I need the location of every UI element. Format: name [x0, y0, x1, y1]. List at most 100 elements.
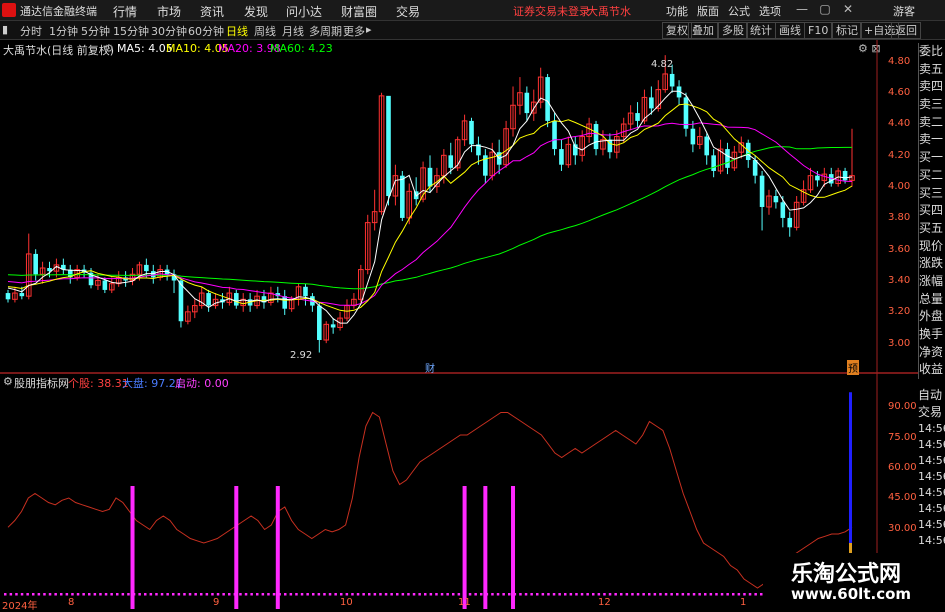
mark-button[interactable]: 标记	[832, 22, 862, 39]
menu-wealth[interactable]: 财富圈	[341, 3, 377, 20]
multi-stock-button[interactable]: 多股	[718, 22, 748, 39]
overlay-button[interactable]: 叠加	[688, 22, 718, 39]
sidebar-item[interactable]: 换手	[919, 326, 945, 344]
market-indicator-bar	[849, 392, 852, 543]
menu-formula[interactable]: 公式	[728, 3, 750, 19]
sidebar-item[interactable]: 买五	[919, 220, 945, 238]
candle-body	[233, 293, 239, 306]
chart-canvas	[0, 40, 918, 609]
baseline-dot	[323, 593, 326, 596]
sidebar-item[interactable]: 现价	[919, 238, 945, 256]
baseline-dot	[603, 593, 606, 596]
sidebar-item[interactable]: 委比	[919, 43, 945, 61]
tab-period-weekly[interactable]: 周线	[254, 23, 276, 39]
sidebar-item[interactable]: 卖二	[919, 114, 945, 132]
baseline-dot	[166, 593, 169, 596]
retail-indicator-line	[7, 411, 853, 589]
tab-period-multi[interactable]: 多周期	[309, 23, 342, 39]
maximize-icon[interactable]: ▢	[816, 2, 834, 17]
indicator-gear-icon[interactable]: ⚙	[3, 375, 13, 388]
baseline-dot	[496, 593, 500, 596]
tab-period-15min[interactable]: 15分钟	[113, 23, 149, 39]
sidebar-item[interactable]: 买一	[919, 149, 945, 167]
sidebar-item[interactable]: 卖四	[919, 78, 945, 96]
trade-button[interactable]: 交易	[918, 403, 945, 420]
baseline-dot	[32, 593, 35, 596]
back-button[interactable]: 返回	[891, 22, 921, 39]
sidebar-item[interactable]: 卖五	[919, 61, 945, 79]
indicator-start: 启动: 0.00	[175, 377, 229, 390]
statistics-button[interactable]: 统计	[746, 22, 776, 39]
menu-function[interactable]: 功能	[666, 3, 688, 19]
baseline-dot	[653, 593, 657, 596]
candle-body	[725, 149, 730, 168]
f10-button[interactable]: F10	[804, 22, 833, 39]
sidebar-item[interactable]: 总量	[919, 291, 945, 309]
tab-period-intraday[interactable]: 分时	[20, 23, 42, 39]
candle-body	[150, 271, 156, 278]
menu-ask[interactable]: 问小达	[286, 3, 322, 20]
guest-label[interactable]: 游客	[893, 3, 915, 19]
tab-period-monthly[interactable]: 月线	[282, 23, 304, 39]
menu-market[interactable]: 行情	[113, 3, 137, 20]
baseline-dot	[216, 593, 220, 596]
close-icon[interactable]: ✕	[839, 2, 857, 17]
forecast-marker[interactable]: 预	[847, 360, 859, 375]
toolbar-bars-icon[interactable]: ▮	[2, 23, 8, 36]
baseline-dot	[312, 593, 315, 596]
menu-layout[interactable]: 版面	[697, 3, 719, 19]
baseline-dot	[681, 593, 685, 596]
app-title: 通达信金融终端	[20, 5, 97, 18]
baseline-dot	[82, 593, 85, 596]
baseline-dot	[188, 593, 192, 596]
sidebar-item[interactable]: 涨幅	[919, 273, 945, 291]
more-chevron-icon[interactable]: ▸	[366, 23, 372, 36]
sidebar-item[interactable]: 卖一	[919, 131, 945, 149]
menu-trade[interactable]: 交易	[396, 3, 420, 20]
sidebar-item[interactable]: 收益	[919, 361, 945, 379]
menu-options[interactable]: 选项	[759, 3, 781, 19]
sidebar-item[interactable]: 买四	[919, 202, 945, 220]
financial-report-marker[interactable]: 财	[425, 360, 435, 375]
y-tick: 3.60	[888, 244, 911, 255]
baseline-dot	[664, 593, 668, 596]
tab-period-5min[interactable]: 5分钟	[81, 23, 110, 39]
tab-period-1min[interactable]: 1分钟	[49, 23, 78, 39]
baseline-dot	[491, 593, 494, 596]
tab-period-more[interactable]: 更多	[343, 23, 365, 39]
baseline-dot	[379, 593, 382, 596]
auto-button[interactable]: 自动	[918, 386, 945, 403]
watermark-title: 乐淘公式网	[791, 562, 902, 587]
tab-period-daily[interactable]: 日线	[226, 23, 248, 39]
tab-period-60min[interactable]: 60分钟	[188, 23, 224, 39]
x-tick: 8	[68, 597, 75, 608]
tab-period-30min[interactable]: 30分钟	[151, 23, 187, 39]
sidebar-item[interactable]: 卖三	[919, 96, 945, 114]
baseline-dot	[116, 593, 119, 596]
candlestick-series	[5, 55, 855, 353]
sidebar-item[interactable]: 净资	[919, 344, 945, 362]
sidebar-item[interactable]: 外盘	[919, 308, 945, 326]
baseline-dot	[256, 593, 259, 596]
signal-bars	[130, 486, 516, 609]
baseline-dot	[424, 593, 427, 596]
baseline-dot	[412, 593, 416, 596]
sidebar-item[interactable]: 买二	[919, 167, 945, 185]
menu-news[interactable]: 资讯	[200, 3, 224, 20]
baseline-dot	[474, 593, 477, 596]
menu-discover[interactable]: 发现	[244, 3, 268, 20]
login-notice[interactable]: 证券交易未登录	[513, 3, 590, 19]
minimize-icon[interactable]: —	[793, 2, 811, 17]
moving-average-lines	[7, 90, 853, 324]
menu-markets[interactable]: 市场	[157, 3, 181, 20]
start-signal-bar	[462, 486, 467, 609]
y-tick: 4.80	[888, 56, 911, 67]
baseline-dot	[642, 593, 645, 596]
indicator-y-tick: 60.00	[888, 462, 917, 473]
draw-line-button[interactable]: 画线	[775, 22, 805, 39]
sidebar-item[interactable]: 买三	[919, 185, 945, 203]
sidebar-item[interactable]: 涨跌	[919, 255, 945, 273]
x-tick: 11	[458, 597, 471, 608]
candle-body	[400, 175, 405, 218]
baseline-dot	[659, 593, 662, 596]
